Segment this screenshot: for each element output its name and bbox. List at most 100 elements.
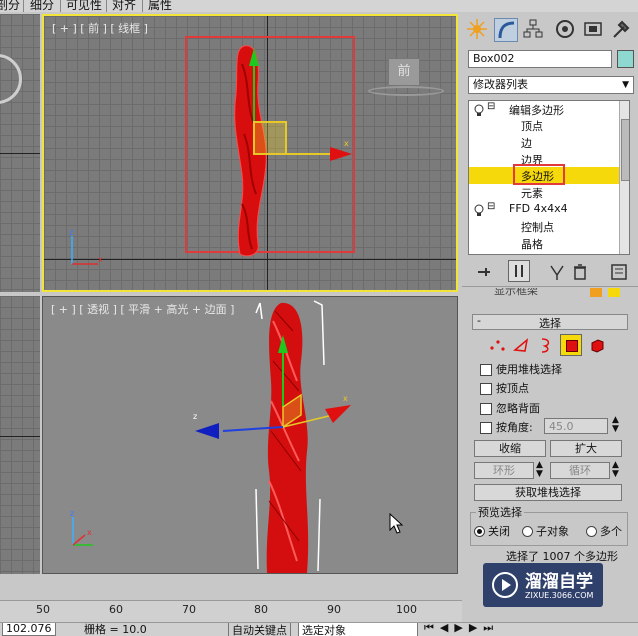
watermark-title: 溜溜自学 — [525, 572, 593, 592]
motion-tab-icon[interactable] — [554, 18, 576, 40]
cage-color-swatch[interactable] — [590, 288, 602, 297]
angle-input[interactable]: 45.0 — [544, 418, 608, 434]
shrink-button[interactable]: 收缩 — [474, 440, 546, 457]
move-gizmo[interactable]: x — [240, 46, 360, 166]
menu-separator — [106, 0, 107, 12]
by-vertex-checkbox[interactable] — [480, 383, 492, 395]
by-vertex-label: 按顶点 — [496, 382, 529, 395]
viewcube-face[interactable]: 前 — [388, 58, 420, 86]
selection-rollout-title: 选择 — [539, 317, 561, 330]
selected-object-dropdown[interactable]: 选定对象 — [298, 623, 418, 636]
object-color-swatch[interactable] — [617, 50, 634, 68]
scrollbar-thumb[interactable] — [621, 119, 629, 181]
polygon-mode-icon — [566, 340, 578, 352]
loop-spinner-icon[interactable]: ▲ ▼ — [612, 461, 619, 479]
move-gizmo[interactable]: x z — [183, 327, 363, 447]
ruler-tick: 50 — [36, 603, 50, 616]
playback-controls-icon[interactable]: ⏮◀▶▶⏭ — [424, 623, 499, 635]
preview-selection-title: 预览选择 — [476, 504, 524, 520]
lightbulb-icon[interactable] — [473, 204, 485, 216]
ruler-tick: 90 — [327, 603, 341, 616]
ring-button[interactable]: 环形 — [474, 462, 534, 479]
viewport-perspective[interactable]: [ + ] [ 透视 ] [ 平滑 + 高光 + 边面 ] x z z x — [42, 296, 458, 574]
grow-button[interactable]: 扩大 — [550, 440, 622, 457]
menu-item-partition[interactable]: 剖分 — [0, 0, 20, 12]
make-unique-icon[interactable] — [548, 263, 566, 281]
auto-key-button[interactable]: 自动关键点 — [228, 623, 291, 636]
selection-info-text: 选择了 1007 个多边形 — [506, 550, 618, 563]
watermark-url: ZIXUE.3066.COM — [525, 591, 594, 600]
grid-size-label: 栅格 = 10.0 — [84, 623, 147, 636]
stack-item-edit-poly[interactable]: 编辑多边形 — [509, 102, 564, 118]
viewport-label[interactable]: [ + ] [ 前 ] [ 线框 ] — [52, 20, 148, 36]
svg-text:x: x — [87, 528, 92, 537]
hierarchy-tab-icon[interactable] — [522, 18, 544, 40]
play-logo-icon — [492, 572, 518, 598]
modifier-list-dropdown[interactable]: 修改器列表 ▼ — [468, 76, 634, 94]
use-stack-checkbox[interactable] — [480, 364, 492, 376]
display-tab-icon[interactable] — [582, 18, 604, 40]
viewport-label[interactable]: [ + ] [ 透视 ] [ 平滑 + 高光 + 边面 ] — [51, 301, 234, 317]
menu-item-align[interactable]: 对齐 — [112, 0, 136, 12]
show-cage-label: 显示框架 — [494, 288, 538, 297]
collapse-icon[interactable]: ⊟ — [487, 201, 495, 212]
watermark-logo: 溜溜自学 ZIXUE.3066.COM — [483, 563, 603, 607]
utilities-tab-icon[interactable] — [610, 18, 632, 40]
menu-item-properties[interactable]: 属性 — [148, 0, 172, 12]
menu-item-subdivide[interactable]: 细分 — [30, 0, 54, 12]
stack-item-lattice[interactable]: 晶格 — [521, 236, 543, 252]
stack-item-control-points[interactable]: 控制点 — [521, 219, 554, 235]
collapse-icon[interactable]: ⊟ — [487, 101, 495, 112]
selection-rollout-header[interactable]: - 选择 — [472, 314, 628, 330]
pin-stack-icon[interactable] — [476, 264, 492, 280]
ring-spinner-icon[interactable]: ▲ ▼ — [536, 461, 543, 479]
coordinate-field[interactable]: 102.076 — [2, 623, 56, 636]
viewport-bottom-left[interactable] — [0, 296, 40, 574]
border-mode-icon[interactable] — [536, 336, 554, 354]
angle-spinner-icon[interactable]: ▲ ▼ — [612, 416, 619, 434]
preview-off-label: 关闭 — [488, 525, 510, 538]
viewport-top-left[interactable] — [0, 14, 40, 292]
viewport-grid — [0, 296, 40, 574]
axis-line-horizontal — [44, 259, 456, 260]
viewport-front[interactable]: [ + ] [ 前 ] [ 线框 ] x 前 z x — [42, 14, 458, 292]
menu-bar: 剖分 细分 可见性 对齐 属性 — [0, 0, 638, 12]
element-mode-icon[interactable] — [588, 336, 606, 354]
menu-separator — [142, 0, 143, 12]
modify-tab-icon[interactable] — [494, 18, 518, 42]
create-tab-icon[interactable] — [466, 18, 488, 40]
stack-item-edge[interactable]: 边 — [521, 135, 532, 151]
svg-text:x: x — [98, 255, 103, 264]
polygon-mode-button[interactable] — [560, 334, 582, 356]
show-end-result-button[interactable] — [508, 260, 530, 282]
vertex-mode-icon[interactable] — [488, 336, 506, 354]
svg-text:x: x — [344, 139, 349, 148]
ignore-backfacing-label: 忽略背面 — [496, 402, 540, 415]
cage-color-swatch[interactable] — [608, 288, 620, 297]
loop-button[interactable]: 循环 — [550, 462, 610, 479]
preview-off-radio[interactable] — [474, 526, 485, 537]
stack-item-vertex[interactable]: 顶点 — [521, 118, 543, 134]
ignore-backfacing-checkbox[interactable] — [480, 403, 492, 415]
stack-scrollbar[interactable] — [619, 101, 629, 254]
remove-modifier-icon[interactable] — [572, 263, 588, 281]
lightbulb-icon[interactable] — [473, 104, 485, 116]
ruler-tick: 70 — [182, 603, 196, 616]
get-stack-selection-button[interactable]: 获取堆栈选择 — [474, 484, 622, 501]
menu-item-visibility[interactable]: 可见性 — [66, 0, 102, 12]
mouse-cursor-icon — [389, 513, 404, 534]
stack-item-element[interactable]: 元素 — [521, 185, 543, 201]
by-angle-checkbox[interactable] — [480, 422, 492, 434]
stack-item-ffd[interactable]: FFD 4x4x4 — [509, 202, 568, 215]
viewcube-ring — [368, 86, 444, 96]
object-name-field[interactable]: Box002 — [468, 50, 612, 68]
preview-multi-radio[interactable] — [586, 526, 597, 537]
configure-sets-icon[interactable] — [610, 263, 628, 281]
timeline-ruler[interactable]: 50 60 70 80 90 100 — [0, 600, 462, 623]
edge-mode-icon[interactable] — [512, 336, 530, 354]
preview-subobject-radio[interactable] — [522, 526, 533, 537]
show-cage-row[interactable]: 显示框架 — [472, 288, 628, 300]
modifier-stack[interactable]: ⊟ 编辑多边形 顶点 边 边界 多边形 元素 ⊟ FFD 4x4x4 控制点 晶… — [468, 100, 630, 255]
axis-tripod-icon: z x — [70, 509, 93, 546]
preview-subobject-label: 子对象 — [536, 525, 569, 538]
